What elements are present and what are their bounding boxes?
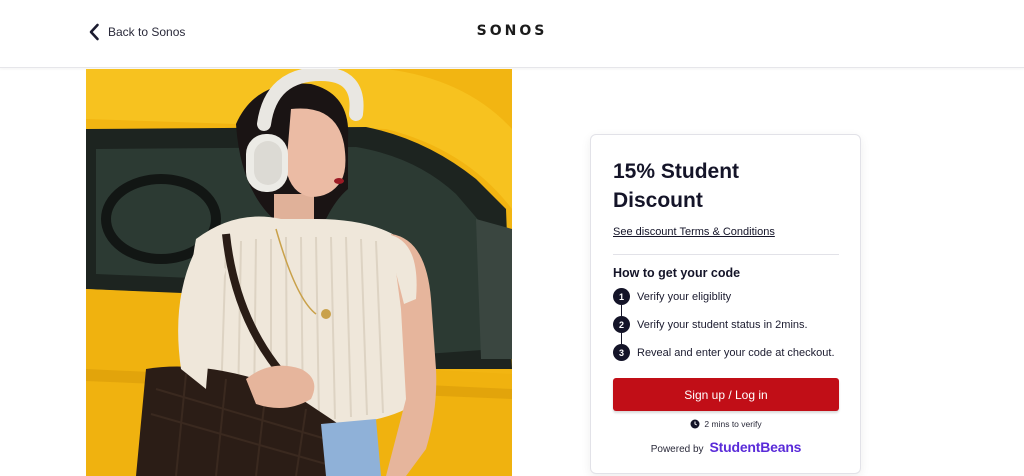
- step-item: 3 Reveal and enter your code at checkout…: [613, 344, 835, 361]
- clock-icon: [690, 419, 700, 429]
- top-header: Back to Sonos SONOS: [0, 0, 1024, 68]
- hero-illustration: [86, 69, 512, 476]
- discount-title: 15% Student Discount: [613, 160, 740, 212]
- step-connector: [621, 305, 622, 316]
- sonos-logo: SONOS: [476, 23, 548, 39]
- step-item: 1 Verify your eligiblity: [613, 288, 731, 305]
- terms-conditions-link[interactable]: See discount Terms & Conditions: [613, 226, 775, 238]
- step-number: 1: [613, 288, 630, 305]
- step-number: 2: [613, 316, 630, 333]
- how-to-heading: How to get your code: [613, 266, 741, 280]
- step-item: 2 Verify your student status in 2mins.: [613, 316, 808, 333]
- step-text: Verify your student status in 2mins.: [637, 318, 808, 331]
- steps-list: 1 Verify your eligiblity 2 Verify your s…: [613, 288, 853, 368]
- divider: [613, 254, 839, 255]
- step-text: Reveal and enter your code at checkout.: [637, 346, 835, 359]
- powered-by-label: Powered by: [650, 444, 704, 455]
- sign-up-login-button[interactable]: Sign up / Log in: [613, 378, 839, 411]
- step-text: Verify your eligiblity: [637, 290, 732, 303]
- hero-photo: [86, 69, 512, 476]
- step-number: 3: [613, 344, 630, 361]
- powered-by: Powered by StudentBeans: [613, 439, 839, 455]
- student-discount-card: 15% Student Discount See discount Terms …: [590, 134, 861, 474]
- verify-note-text: 2 mins to verify: [704, 419, 762, 429]
- studentbeans-logo[interactable]: StudentBeans: [710, 439, 802, 455]
- verify-time-note: 2 mins to verify: [613, 419, 839, 429]
- step-connector: [621, 333, 622, 344]
